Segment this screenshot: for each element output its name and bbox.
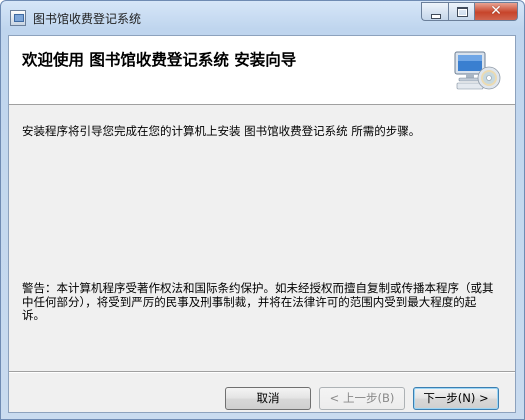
maximize-button[interactable] (448, 2, 474, 21)
next-button[interactable]: 下一步(N) > (413, 387, 499, 410)
copyright-warning: 警告：本计算机程序受著作权法和国际条约保护。如未经授权而擅自复制或传播本程序（或… (22, 281, 494, 322)
caption-buttons: ✕ (421, 2, 518, 21)
button-separator (9, 371, 515, 373)
cancel-button[interactable]: 取消 (225, 387, 311, 410)
installer-window: 图书馆收费登记系统 ✕ 欢迎使用 图书馆收费登记系统 安装向导 安装程序将引导您… (0, 0, 525, 420)
wizard-title: 欢迎使用 图书馆收费登记系统 安装向导 (22, 51, 297, 69)
minimize-icon (431, 14, 441, 19)
maximize-icon (457, 7, 468, 17)
wizard-description: 安装程序将引导您完成在您的计算机上安装 图书馆收费登记系统 所需的步骤。 (22, 124, 421, 138)
installer-app-icon[interactable] (10, 10, 26, 26)
back-button[interactable]: < 上一步(B) (319, 387, 405, 410)
minimize-button[interactable] (421, 2, 448, 21)
wizard-header-banner: 欢迎使用 图书馆收费登记系统 安装向导 (9, 36, 515, 105)
close-button[interactable]: ✕ (474, 2, 518, 21)
window-title: 图书馆收费登记系统 (33, 12, 142, 26)
title-bar[interactable]: 图书馆收费登记系统 ✕ (1, 1, 524, 35)
computer-cd-icon (454, 51, 501, 90)
wizard-client-area: 欢迎使用 图书馆收费登记系统 安装向导 安装程序将引导您完成在您的计算机上安装 … (8, 35, 516, 413)
close-icon: ✕ (490, 3, 502, 19)
